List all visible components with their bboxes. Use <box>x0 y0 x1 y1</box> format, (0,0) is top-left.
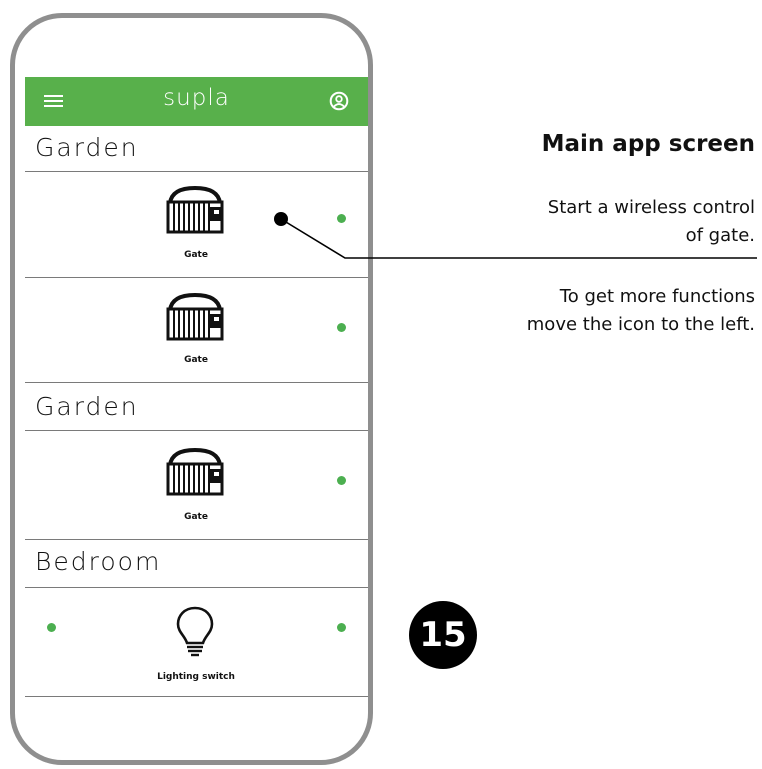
divider <box>25 430 368 431</box>
status-dot <box>337 323 346 332</box>
status-dot <box>337 623 346 632</box>
divider <box>25 382 368 383</box>
annotation-description-1: Start a wireless control of gate. <box>547 197 755 246</box>
device-label: Lighting switch <box>157 672 235 682</box>
section-header-garden: Garden <box>35 392 139 421</box>
gate-icon <box>166 292 224 341</box>
device-label: Gate <box>184 250 208 260</box>
device-label: Gate <box>184 512 208 522</box>
light-bulb-icon <box>176 606 214 657</box>
gate-icon <box>166 185 224 234</box>
status-dot <box>47 623 56 632</box>
annotation-headline: Main app screen <box>541 131 755 157</box>
annotation-description-2: To get more functions move the icon to t… <box>526 286 755 335</box>
divider <box>25 587 368 588</box>
section-header-bedroom: Bedroom <box>35 547 162 576</box>
divider <box>25 539 368 540</box>
status-dot <box>337 476 346 485</box>
divider <box>25 277 368 278</box>
device-label: Gate <box>184 355 208 365</box>
step-number-badge: 15 <box>409 601 477 669</box>
app-title: supla <box>163 85 230 111</box>
divider <box>25 171 368 172</box>
gate-icon <box>166 447 224 496</box>
user-account-icon[interactable] <box>329 91 349 111</box>
app-top-bar: supla <box>25 77 368 126</box>
status-dot <box>337 214 346 223</box>
divider <box>25 696 368 697</box>
section-header-garden: Garden <box>35 133 139 162</box>
